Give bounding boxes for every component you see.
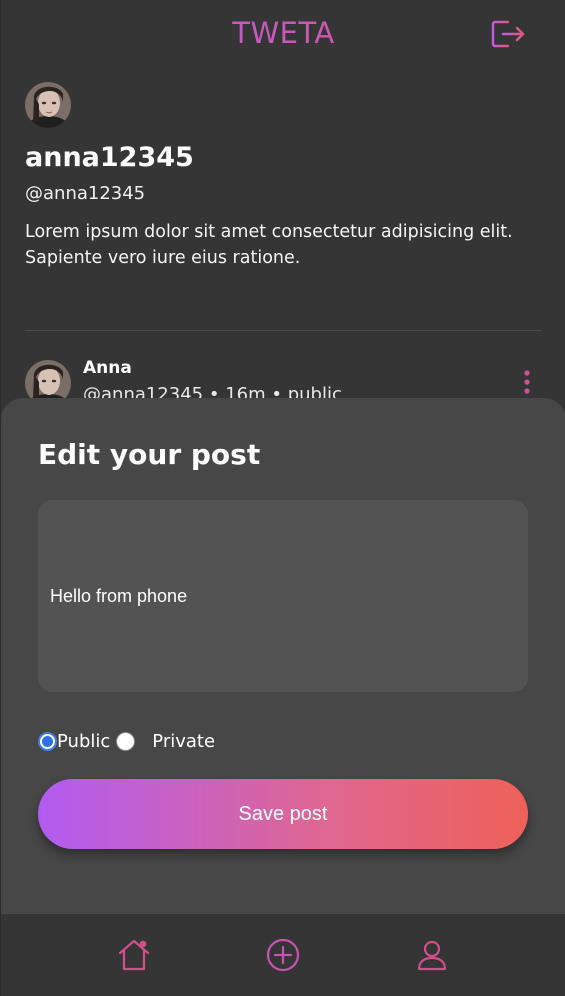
public-label[interactable]: Public (57, 731, 110, 752)
plus-circle-icon (266, 938, 300, 972)
nav-home[interactable] (116, 938, 152, 972)
private-radio[interactable] (116, 731, 136, 751)
bottom-navigation (1, 914, 565, 996)
profile-avatar[interactable] (25, 82, 71, 128)
profile-handle: @anna12345 (25, 183, 146, 204)
profile-username: anna12345 (25, 142, 194, 173)
avatar-image (25, 82, 71, 128)
user-icon (417, 940, 447, 971)
edit-post-sheet: Edit your post Hello from phone Public P… (1, 398, 565, 918)
more-vertical-icon (524, 370, 530, 394)
private-label[interactable]: Private (152, 731, 215, 752)
nav-profile[interactable] (414, 938, 450, 972)
post-options-button[interactable] (519, 368, 535, 398)
logout-button[interactable] (490, 18, 526, 50)
post-text-value: Hello from phone (50, 585, 188, 606)
public-radio[interactable] (38, 731, 57, 751)
logout-icon (491, 20, 525, 48)
app-logo[interactable]: TWETA (1, 16, 565, 50)
top-bar: TWETA (1, 0, 565, 72)
nav-create[interactable] (265, 938, 301, 972)
post-author-name[interactable]: Anna (83, 358, 132, 378)
save-post-button[interactable]: Save post (38, 779, 528, 849)
section-divider (25, 330, 542, 331)
sheet-title: Edit your post (38, 438, 261, 471)
app-screen: TWETA anna12345 @anna12345 Lorem ipsum d… (0, 0, 565, 996)
home-icon (118, 939, 150, 971)
post-text-input[interactable]: Hello from phone (38, 500, 528, 692)
visibility-radio-group: Public Private (38, 730, 215, 752)
profile-bio: Lorem ipsum dolor sit amet consectetur a… (25, 222, 513, 268)
